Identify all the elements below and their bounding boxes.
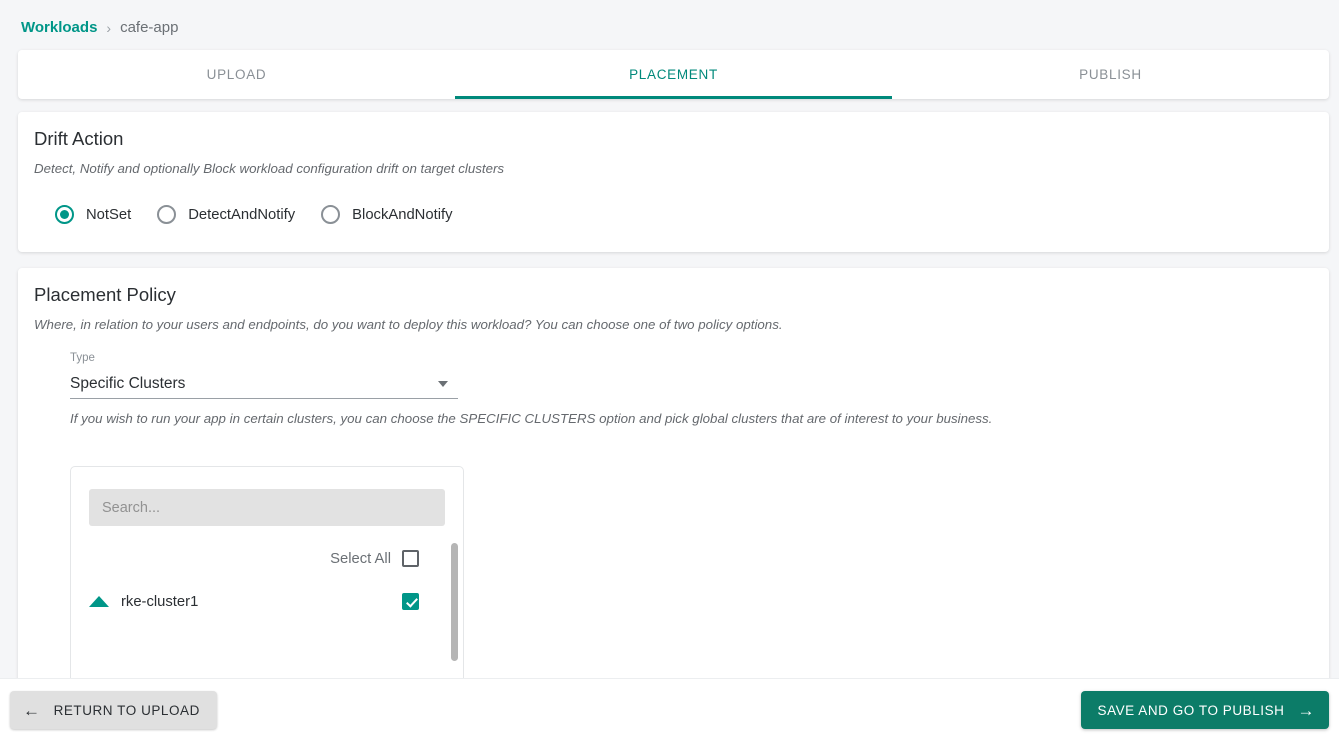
radio-detectandnotify-label: DetectAndNotify xyxy=(188,206,296,223)
cluster-picker-panel: Select All rke-cluster1 xyxy=(70,466,464,688)
radio-option-notset[interactable]: NotSet xyxy=(55,205,131,224)
placement-type-field: Type Specific Clusters xyxy=(70,352,458,399)
cluster-list-item[interactable]: rke-cluster1 xyxy=(71,567,463,610)
triangle-up-icon[interactable] xyxy=(89,596,109,607)
placement-policy-description: Where, in relation to your users and end… xyxy=(34,317,783,332)
tab-publish[interactable]: PUBLISH xyxy=(892,50,1329,99)
radio-notset-icon[interactable] xyxy=(55,205,74,224)
return-to-upload-button[interactable]: ← RETURN TO UPLOAD xyxy=(10,691,217,729)
radio-detectandnotify-icon[interactable] xyxy=(157,205,177,224)
placement-type-label: Type xyxy=(70,352,95,364)
radio-blockandnotify-icon[interactable] xyxy=(321,205,341,224)
placement-policy-title: Placement Policy xyxy=(34,284,176,305)
tab-publish-label: PUBLISH xyxy=(1079,67,1142,82)
footer-action-bar: ← RETURN TO UPLOAD SAVE AND GO TO PUBLIS… xyxy=(0,678,1339,740)
drift-action-card: Drift Action Detect, Notify and optional… xyxy=(18,112,1329,252)
select-all-label: Select All xyxy=(330,550,391,567)
cluster-list-scrollbar[interactable] xyxy=(451,543,458,687)
tab-placement[interactable]: PLACEMENT xyxy=(455,50,892,99)
save-and-go-to-publish-button[interactable]: SAVE AND GO TO PUBLISH → xyxy=(1080,691,1329,729)
drift-action-title: Drift Action xyxy=(34,128,124,149)
tab-upload[interactable]: UPLOAD xyxy=(18,50,455,99)
search-input[interactable] xyxy=(89,489,445,526)
breadcrumb-link-workloads[interactable]: Workloads xyxy=(21,19,97,36)
radio-notset-label: NotSet xyxy=(86,206,132,223)
tab-upload-label: UPLOAD xyxy=(206,67,267,82)
radio-option-detectandnotify[interactable]: DetectAndNotify xyxy=(157,205,295,224)
select-all-row: Select All xyxy=(71,526,463,567)
placement-policy-card: Placement Policy Where, in relation to y… xyxy=(18,268,1329,688)
breadcrumb-separator-icon: › xyxy=(106,19,112,36)
radio-blockandnotify-label: BlockAndNotify xyxy=(352,206,453,223)
arrow-left-icon: ← xyxy=(23,700,41,720)
radio-option-blockandnotify[interactable]: BlockAndNotify xyxy=(321,205,453,224)
tab-placement-label: PLACEMENT xyxy=(629,67,718,82)
breadcrumb-current-cafe-app: cafe-app xyxy=(120,19,179,36)
chevron-down-icon xyxy=(438,381,448,387)
cluster-name-label: rke-cluster1 xyxy=(121,593,199,610)
breadcrumb: Workloads › cafe-app xyxy=(21,19,178,36)
placement-type-hint: If you wish to run your app in certain c… xyxy=(70,411,993,426)
save-and-go-to-publish-label: SAVE AND GO TO PUBLISH xyxy=(1097,702,1285,718)
select-all-checkbox[interactable] xyxy=(402,550,419,567)
drift-action-description: Detect, Notify and optionally Block work… xyxy=(34,161,505,176)
return-to-upload-label: RETURN TO UPLOAD xyxy=(53,702,200,718)
tab-bar: UPLOAD PLACEMENT PUBLISH xyxy=(18,50,1329,99)
arrow-right-icon: → xyxy=(1297,700,1315,720)
cluster-checkbox[interactable] xyxy=(402,593,419,610)
drift-action-radio-group: NotSet DetectAndNotify BlockAndNotify xyxy=(18,176,1329,224)
placement-type-select[interactable]: Specific Clusters xyxy=(70,370,458,399)
cluster-list-scroll-thumb[interactable] xyxy=(451,543,458,661)
placement-type-value: Specific Clusters xyxy=(70,375,186,392)
